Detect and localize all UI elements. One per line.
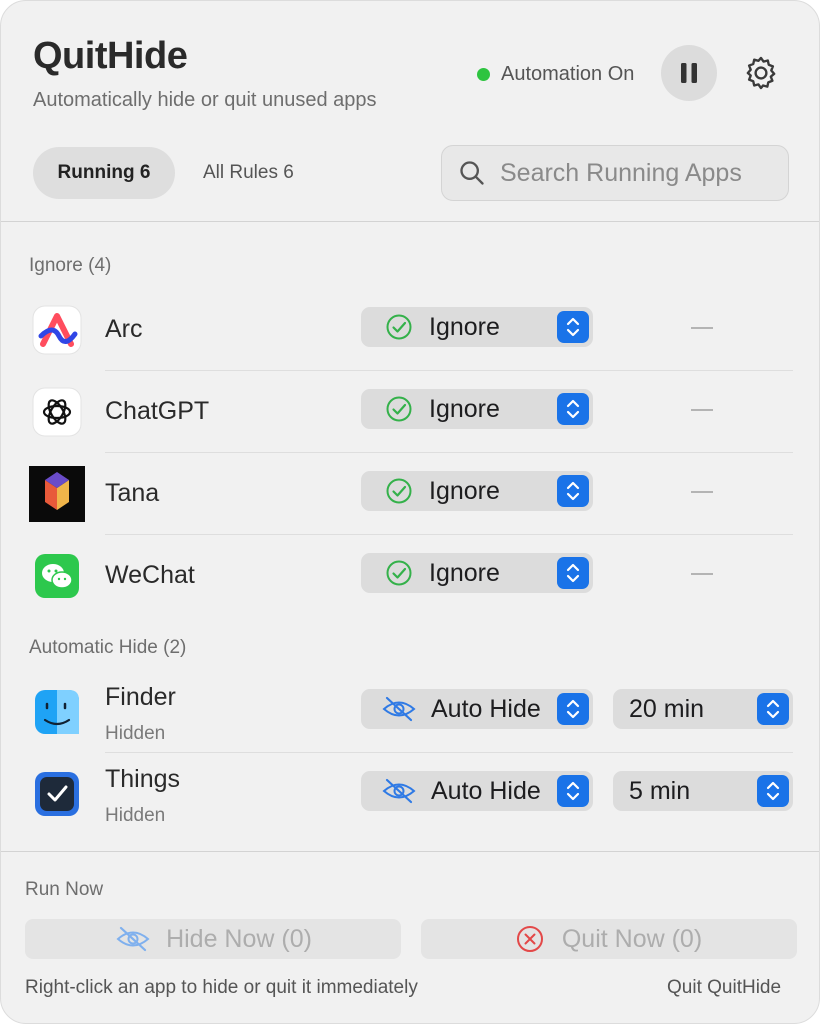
action-label: Ignore [429,394,500,423]
app-name: Things [105,765,181,793]
eye-slash-icon [116,926,150,952]
quit-now-label: Quit Now (0) [561,924,703,953]
check-circle-icon [386,396,412,422]
footer-hint: Right-click an app to hide or quit it im… [25,977,418,998]
chevron-updown-icon [557,475,589,507]
app-name: Arc [105,315,143,343]
search-icon [460,161,484,185]
chevron-updown-icon [757,775,789,807]
chevron-updown-icon [557,393,589,425]
no-timeout-dash [691,409,713,411]
section-label-auto-hide: Automatic Hide (2) [29,637,187,658]
hide-now-button[interactable]: Hide Now (0) [25,919,401,959]
section-label-ignore: Ignore (4) [29,255,112,276]
run-now-label: Run Now [25,879,104,900]
check-circle-icon [386,314,412,340]
search-input[interactable] [498,157,782,189]
eye-slash-icon [382,696,416,722]
tab-all-rules[interactable]: All Rules 6 [203,147,294,199]
app-name: Finder [105,683,176,711]
delay-label: 5 min [629,776,691,805]
app-name: WeChat [105,561,195,589]
x-circle-icon [516,926,543,952]
action-popup[interactable]: Ignore [361,471,593,511]
app-row-arc[interactable]: Arc Ignore [1,289,819,371]
eye-slash-icon [382,778,416,804]
gear-icon [746,56,776,90]
app-status: Hidden [105,723,166,744]
action-label: Ignore [429,558,500,587]
chevron-updown-icon [557,311,589,343]
chevron-updown-icon [557,557,589,589]
tana-icon [29,466,85,522]
delay-popup[interactable]: 20 min [613,689,793,729]
no-timeout-dash [691,573,713,575]
action-label: Auto Hide [431,776,541,805]
no-timeout-dash [691,491,713,493]
tab-running[interactable]: Running 6 [33,147,175,199]
app-row-things[interactable]: Things Hidden Auto Hide 5 min [1,753,819,835]
quit-now-button[interactable]: Quit Now (0) [421,919,797,959]
chevron-updown-icon [557,693,589,725]
app-row-tana[interactable]: Tana Ignore [1,453,819,535]
status-dot [477,67,490,81]
action-popup[interactable]: Auto Hide [361,771,593,811]
app-row-chatgpt[interactable]: ChatGPT Ignore [1,371,819,453]
automation-status: Automation On [477,61,634,87]
action-popup[interactable]: Ignore [361,553,593,593]
hide-now-label: Hide Now (0) [166,924,312,953]
app-name: Tana [105,479,160,507]
chevron-updown-icon [757,693,789,725]
automation-status-label: Automation On [501,62,635,85]
app-row-wechat[interactable]: WeChat Ignore [1,535,819,617]
action-label: Ignore [429,476,500,505]
delay-popup[interactable]: 5 min [613,771,793,811]
action-popup[interactable]: Auto Hide [361,689,593,729]
things-icon [35,772,79,816]
action-popup[interactable]: Ignore [361,307,593,347]
action-label: Auto Hide [431,694,541,723]
delay-label: 20 min [629,694,705,723]
quithide-window: QuitHide Automatically hide or quit unus… [0,0,820,1024]
finder-icon [35,690,79,734]
pause-button[interactable] [661,45,717,101]
search-field[interactable] [441,145,789,201]
footer-divider [1,851,819,852]
app-title: QuitHide [33,35,188,77]
app-name: ChatGPT [105,397,210,425]
chatgpt-icon [32,387,82,437]
settings-button[interactable] [739,51,783,95]
header-divider [1,221,819,222]
no-timeout-dash [691,327,713,329]
check-circle-icon [386,478,412,504]
action-popup[interactable]: Ignore [361,389,593,429]
action-label: Ignore [429,312,500,341]
check-circle-icon [386,560,412,586]
wechat-icon [35,554,79,598]
pause-icon [681,63,697,83]
app-status: Hidden [105,805,166,826]
arc-icon [32,305,82,355]
quit-app-link[interactable]: Quit QuitHide [667,977,781,999]
app-subtitle: Automatically hide or quit unused apps [33,89,377,111]
app-row-finder[interactable]: Finder Hidden Auto Hide 20 min [1,671,819,753]
chevron-updown-icon [557,775,589,807]
